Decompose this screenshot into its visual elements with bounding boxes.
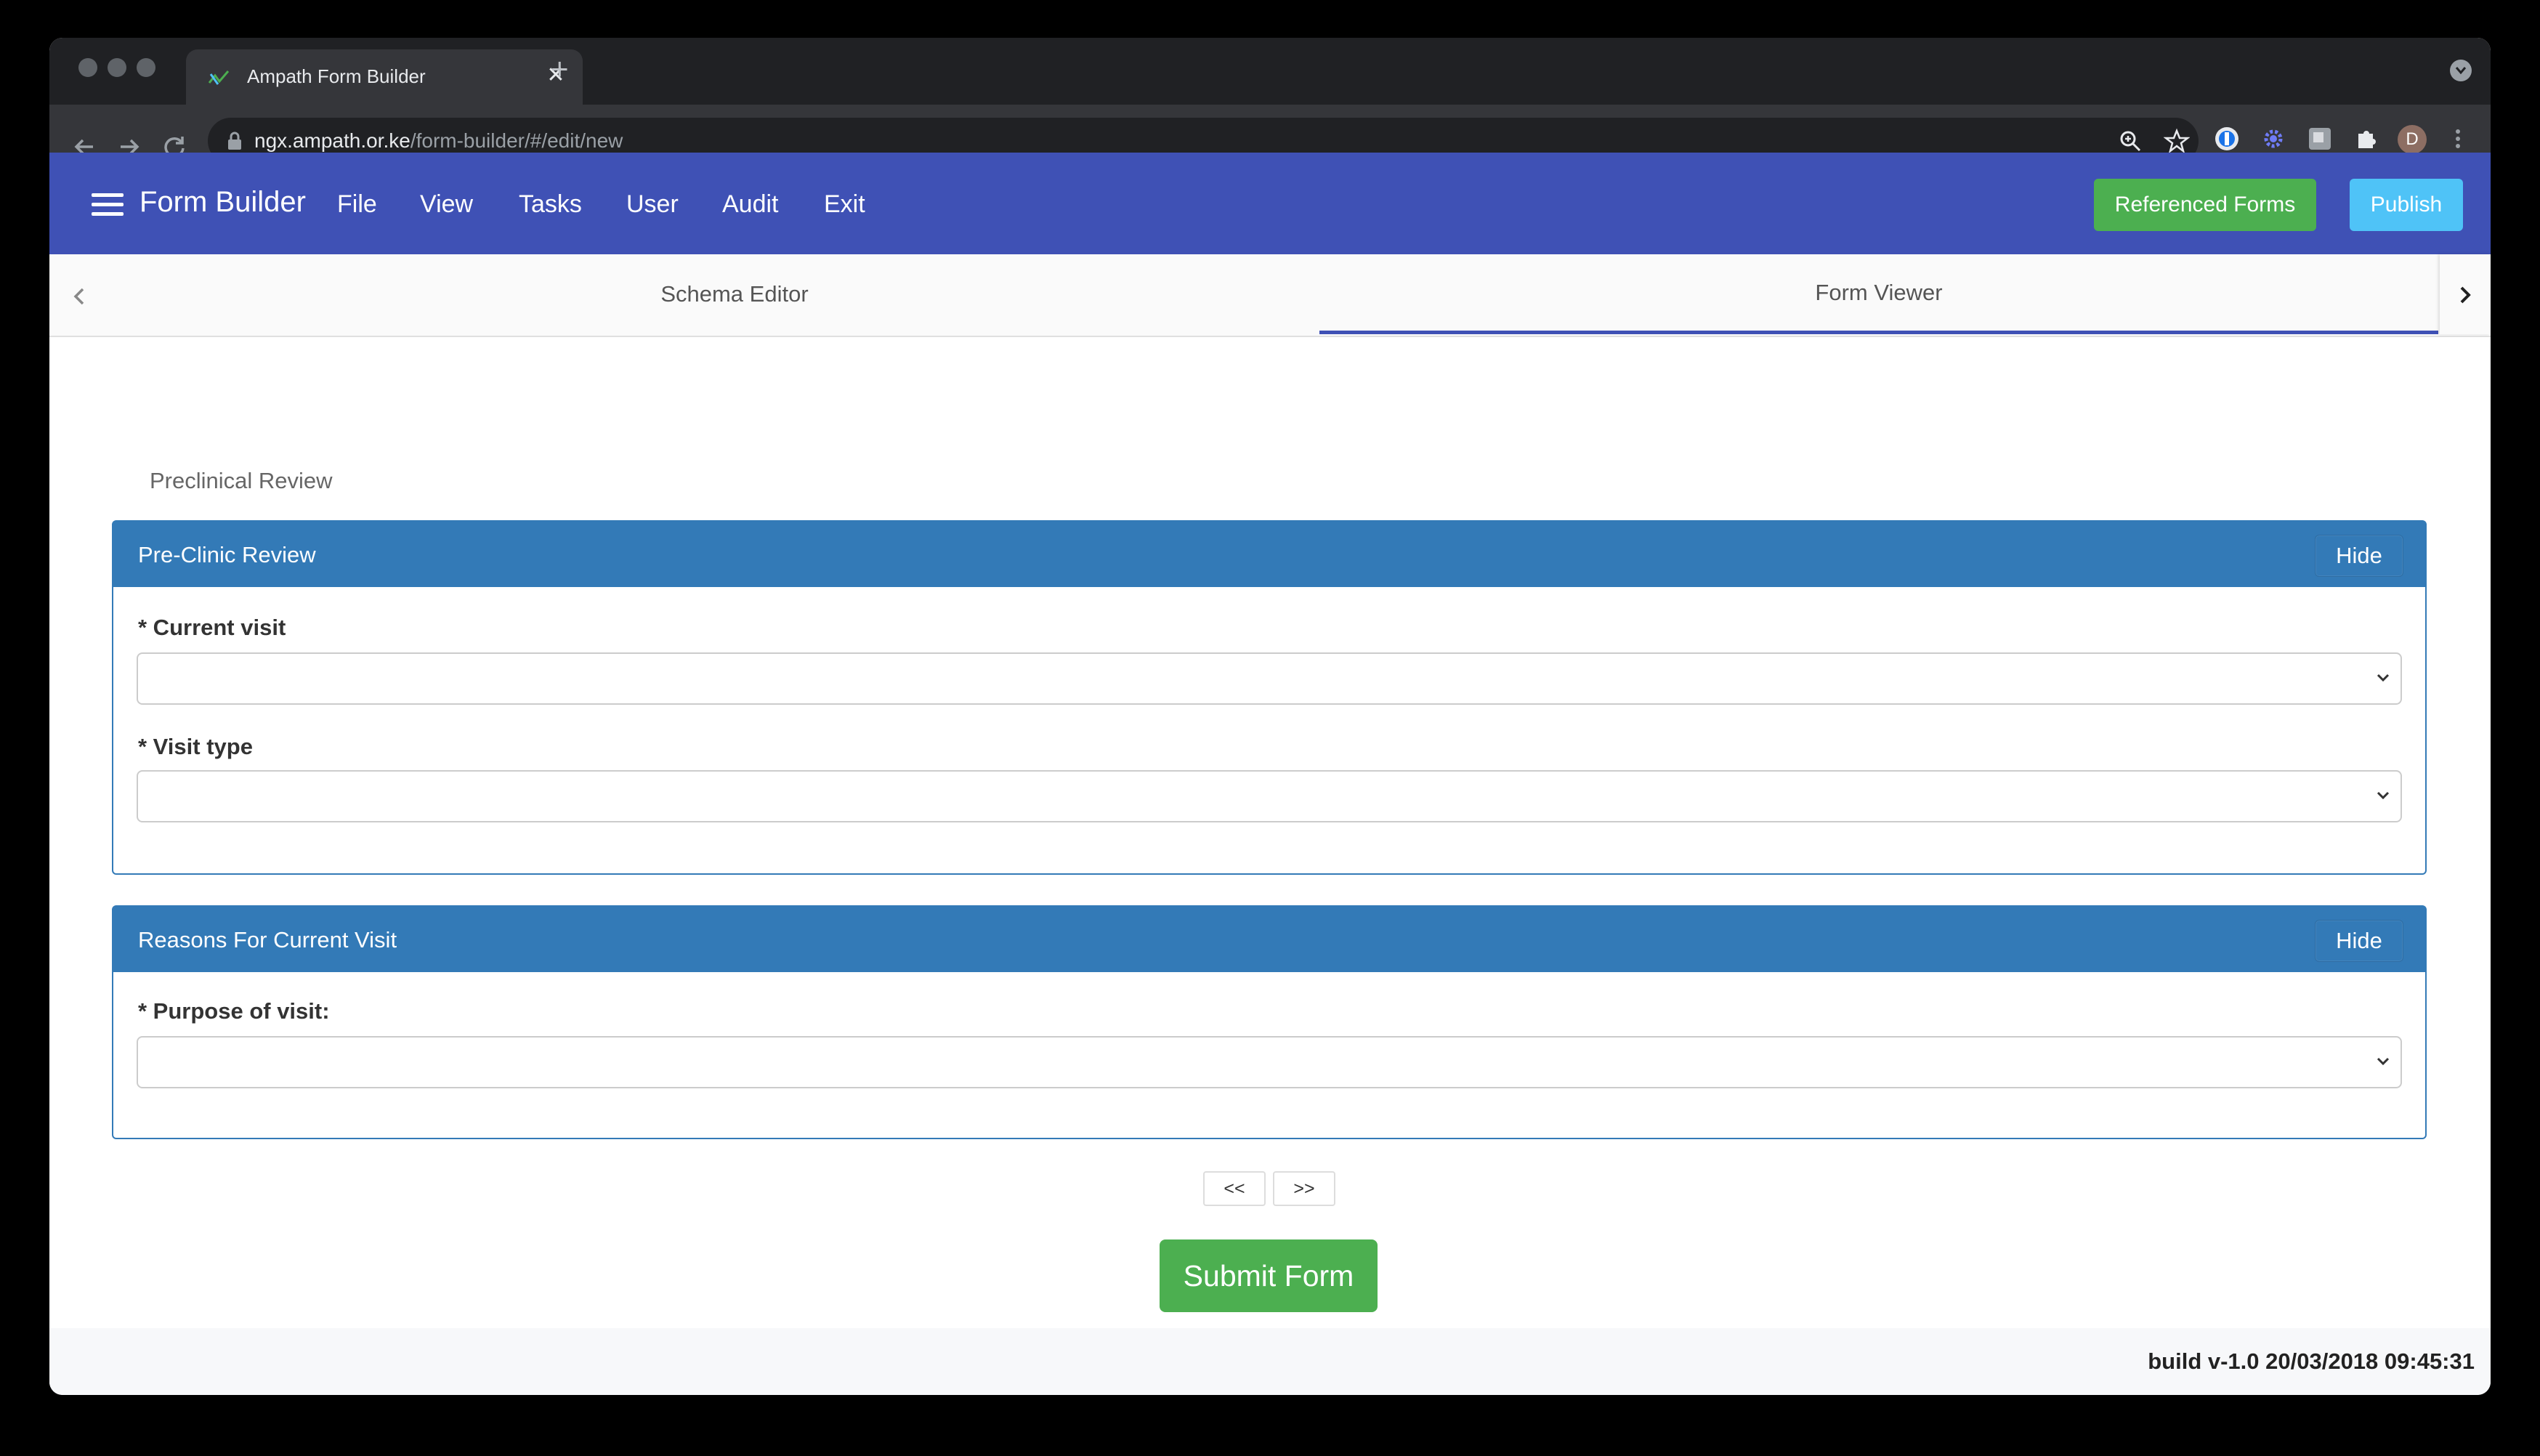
browser-tab-title: Ampath Form Builder [247, 65, 426, 87]
app-header: Form Builder File View Tasks User Audit … [49, 153, 2491, 254]
publish-button[interactable]: Publish [2350, 179, 2463, 231]
browser-tab[interactable]: Ampath Form Builder ✕ [186, 49, 583, 105]
tabs-scroll-right-icon [2460, 286, 2471, 304]
visit-type-select[interactable] [137, 770, 2402, 822]
url-path: /form-builder/#/edit/new [410, 129, 623, 152]
profile-avatar[interactable]: D [2398, 125, 2427, 154]
new-tab-icon[interactable]: + [551, 54, 569, 84]
translate-extension-icon[interactable] [2306, 125, 2334, 153]
extension-gear-icon[interactable] [2260, 125, 2287, 153]
section-pre-clinic-review: Pre-Clinic Review Hide * Current visit *… [112, 520, 2427, 875]
menu-file[interactable]: File [337, 190, 377, 219]
tab-form-viewer[interactable]: Form Viewer [1319, 254, 2438, 334]
url-text: ngx.ampath.or.ke/form-builder/#/edit/new [254, 129, 623, 153]
purpose-of-visit-select[interactable] [137, 1036, 2402, 1088]
tab-schema-editor[interactable]: Schema Editor [100, 254, 1369, 334]
browser-tabstrip: Ampath Form Builder ✕ + [49, 38, 2491, 105]
chevron-down-icon [2377, 1057, 2390, 1066]
next-page-button[interactable]: >> [1273, 1171, 1335, 1206]
submit-form-button[interactable]: Submit Form [1160, 1239, 1378, 1312]
current-visit-select[interactable] [137, 652, 2402, 705]
section-title: Pre-Clinic Review [138, 542, 316, 567]
zoom-icon[interactable] [2117, 128, 2143, 154]
menu-audit[interactable]: Audit [722, 190, 779, 219]
browser-window: Ampath Form Builder ✕ + ngx.ampath.or.ke… [49, 38, 2491, 1395]
section-header: Reasons For Current Visit Hide [113, 907, 2425, 972]
section-header: Pre-Clinic Review Hide [113, 522, 2425, 587]
previous-page-button[interactable]: << [1203, 1171, 1266, 1206]
field-label-visit-type: * Visit type [138, 734, 253, 759]
form-viewer-content: Preclinical Review Pre-Clinic Review Hid… [49, 337, 2491, 1367]
chevron-down-icon [2377, 674, 2390, 682]
referenced-forms-button[interactable]: Referenced Forms [2094, 179, 2316, 231]
form-page-title: Preclinical Review [150, 468, 333, 493]
url-host: ngx.ampath.or.ke [254, 129, 410, 152]
menu-view[interactable]: View [420, 190, 473, 219]
maximize-window-dot[interactable] [137, 58, 155, 77]
close-window-dot[interactable] [78, 58, 97, 77]
extensions-puzzle-icon[interactable] [2353, 125, 2380, 153]
lock-icon [228, 132, 241, 150]
menu-exit[interactable]: Exit [824, 190, 865, 219]
password-manager-icon[interactable] [2213, 125, 2241, 153]
hide-section-button[interactable]: Hide [2315, 535, 2403, 577]
ampath-favicon-icon [208, 70, 230, 85]
footer: build v-1.0 20/03/2018 09:45:31 [49, 1328, 2491, 1395]
tabs-scroll-left-icon[interactable] [64, 280, 96, 312]
tabs-scroll-right[interactable] [2440, 254, 2491, 334]
hide-section-button[interactable]: Hide [2315, 920, 2403, 962]
build-version-text: build v-1.0 20/03/2018 09:45:31 [2148, 1348, 2475, 1374]
bookmark-star-icon[interactable] [2164, 128, 2190, 154]
section-title: Reasons For Current Visit [138, 927, 397, 953]
chevron-down-icon [2377, 791, 2390, 800]
field-label-current-visit: * Current visit [138, 615, 286, 640]
section-reasons-for-current-visit: Reasons For Current Visit Hide * Purpose… [112, 905, 2427, 1139]
minimize-window-dot[interactable] [108, 58, 126, 77]
menu-tasks[interactable]: Tasks [519, 190, 582, 219]
menu-user[interactable]: User [626, 190, 679, 219]
hamburger-menu-icon[interactable] [92, 193, 124, 217]
field-label-purpose-of-visit: * Purpose of visit: [138, 998, 330, 1024]
editor-tabs: Schema Editor Form Viewer [49, 254, 2491, 337]
browser-menu-icon[interactable] [2444, 125, 2472, 153]
app-brand: Form Builder [139, 186, 306, 218]
tab-search-icon[interactable] [2450, 60, 2472, 81]
